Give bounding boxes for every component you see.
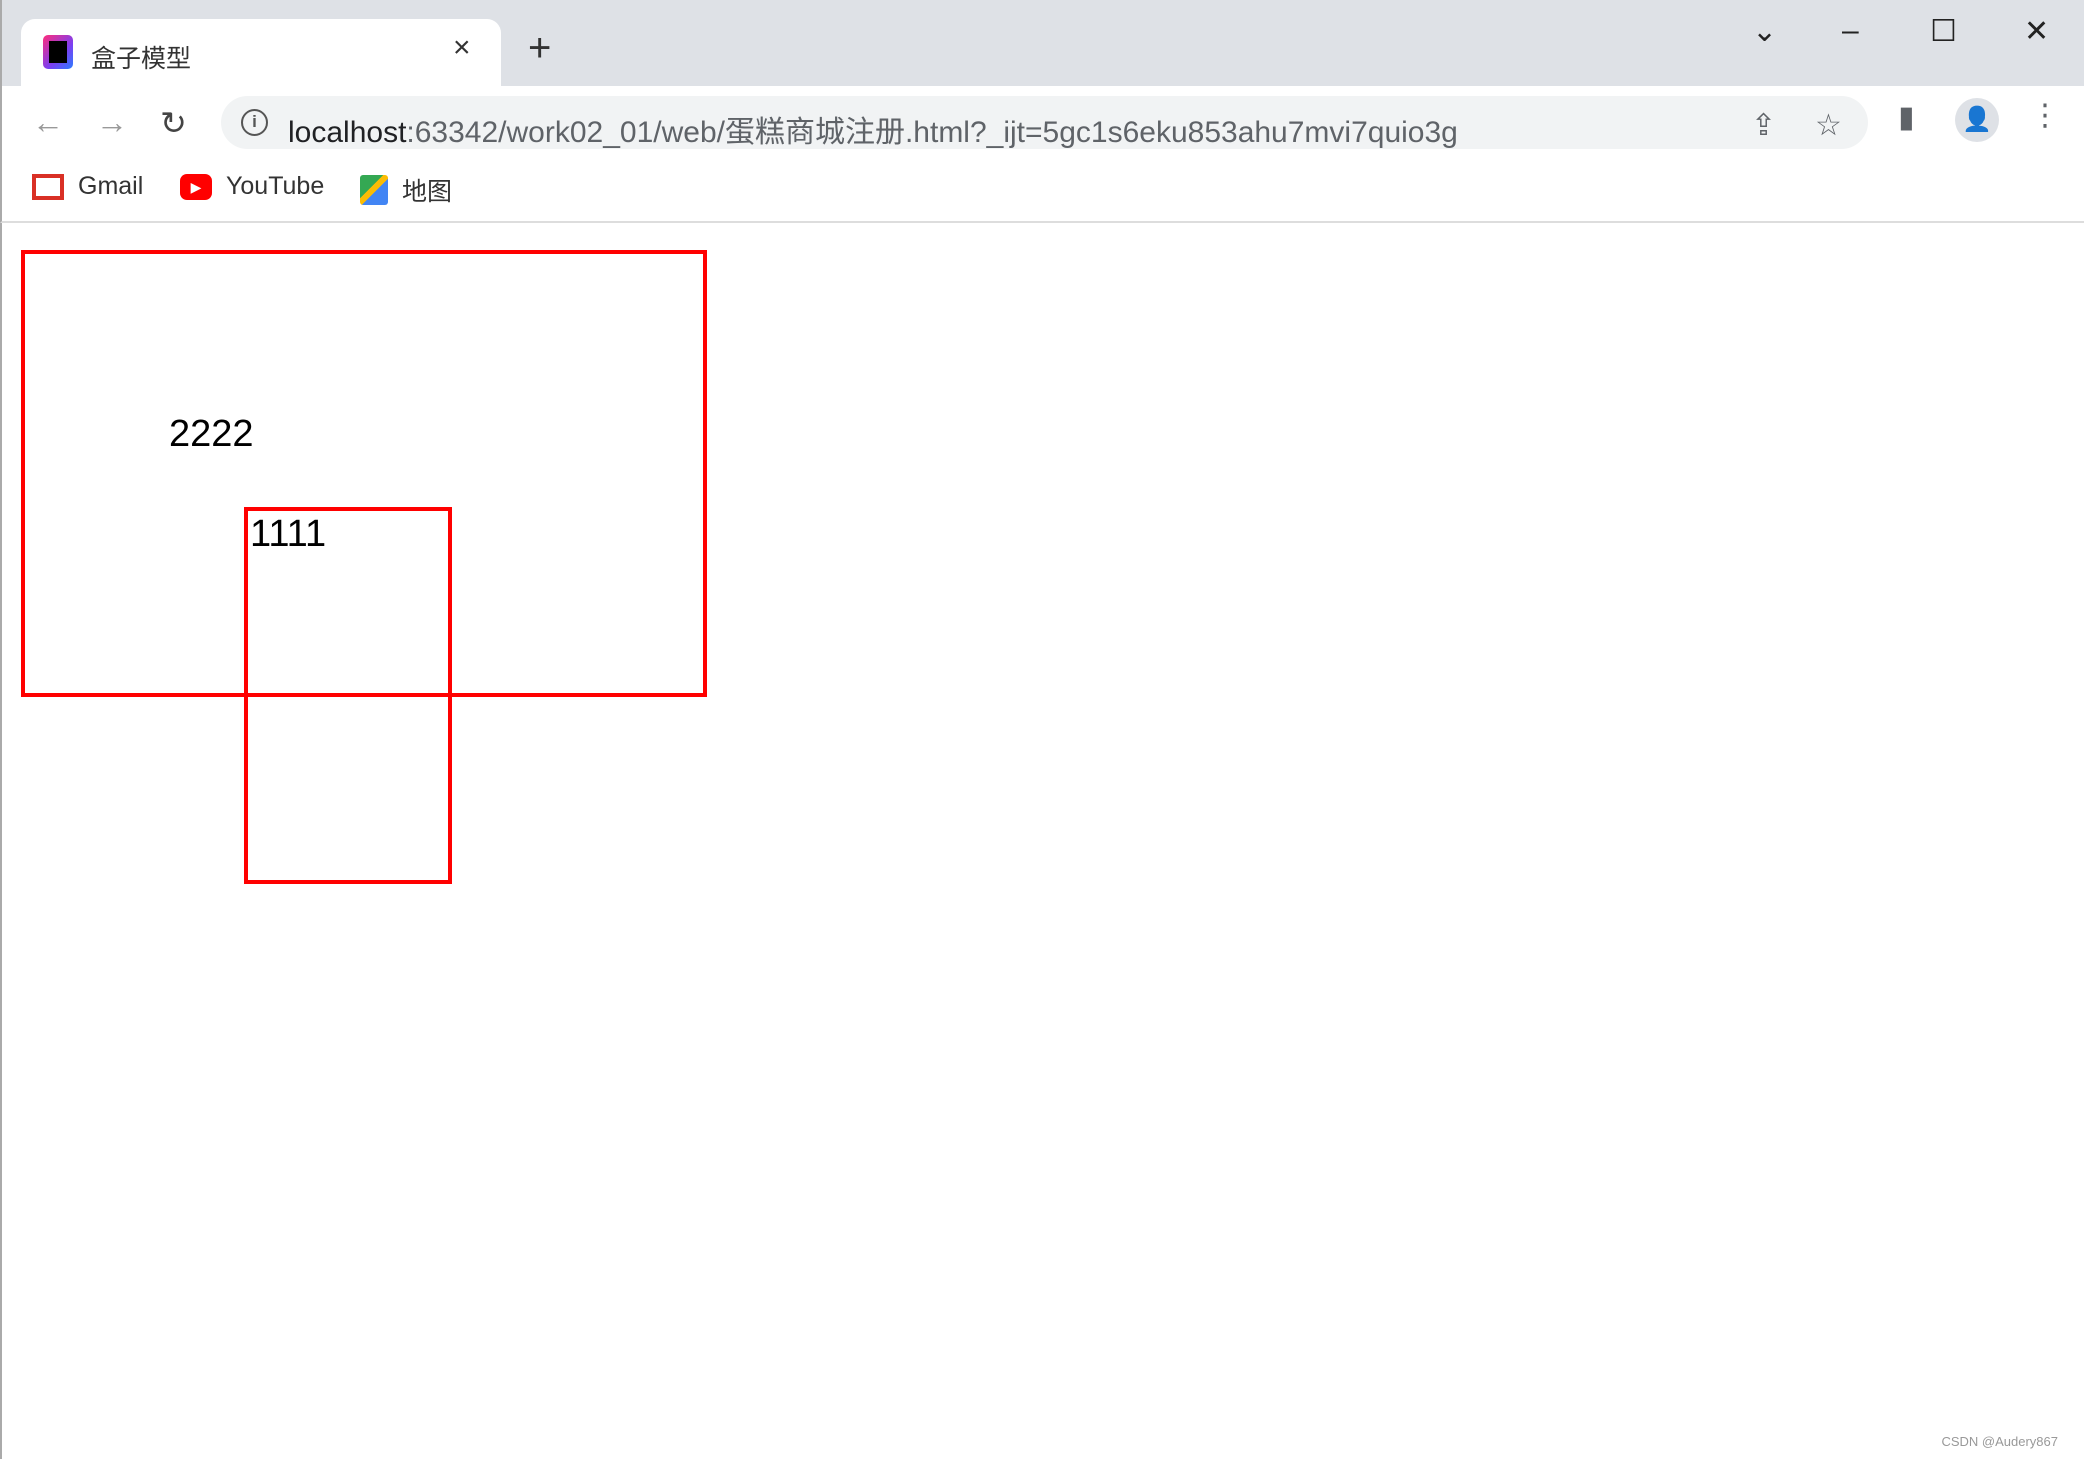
url-path: :63342/work02_01/web/蛋糕商城注册.html?_ijt=5g… — [406, 116, 1458, 149]
tab-bar: 盒子模型 × + ⌄ – ☐ ✕ — [0, 0, 2084, 86]
maximize-button[interactable]: ☐ — [1930, 14, 1957, 49]
tab-search-icon[interactable]: ⌄ — [1752, 14, 1777, 49]
bookmark-maps[interactable]: 地图 — [360, 172, 452, 208]
side-panel-icon[interactable]: ▮ — [1898, 100, 1915, 135]
page-content: 2222 1111 — [0, 223, 2084, 1459]
bookmark-label: 地图 — [402, 178, 453, 206]
url-text[interactable]: localhost:63342/work02_01/web/蛋糕商城注册.htm… — [288, 107, 1458, 151]
maps-icon — [360, 175, 388, 205]
tab-title: 盒子模型 — [91, 45, 192, 73]
inner-box: 1111 — [244, 507, 452, 884]
profile-icon[interactable]: 👤 — [1955, 98, 1999, 142]
bookmark-youtube[interactable]: ▶ YouTube — [180, 172, 324, 201]
bookmark-label: Gmail — [78, 172, 144, 200]
tab-close-icon[interactable]: × — [453, 31, 471, 65]
bookmark-gmail[interactable]: Gmail — [32, 172, 143, 201]
forward-button[interactable]: → — [96, 104, 128, 141]
star-icon[interactable]: ☆ — [1815, 108, 1842, 143]
minimize-button[interactable]: – — [1842, 14, 1859, 48]
tab-active[interactable]: 盒子模型 × — [21, 19, 501, 86]
bookmark-label: YouTube — [226, 172, 325, 200]
inner-box-text: 1111 — [250, 513, 327, 555]
youtube-icon: ▶ — [180, 173, 212, 200]
url-host: localhost — [288, 116, 407, 149]
bookmarks-bar: Gmail ▶ YouTube 地图 — [0, 152, 2084, 223]
outer-box-text: 2222 — [169, 413, 254, 455]
share-icon[interactable]: ⇪ — [1751, 108, 1776, 143]
watermark: CSDN @Audery867 — [1941, 1434, 2058, 1449]
info-icon[interactable]: i — [241, 109, 268, 136]
address-bar[interactable]: i localhost:63342/work02_01/web/蛋糕商城注册.h… — [221, 96, 1868, 149]
toolbar: ← → ↻ i localhost:63342/work02_01/web/蛋糕… — [0, 86, 2084, 152]
new-tab-button[interactable]: + — [528, 28, 551, 68]
back-button[interactable]: ← — [32, 104, 64, 141]
intellij-icon — [43, 35, 73, 69]
close-window-button[interactable]: ✕ — [2024, 14, 2049, 49]
gmail-icon — [32, 173, 64, 200]
reload-button[interactable]: ↻ — [160, 104, 187, 142]
menu-icon[interactable]: ⋮ — [2030, 98, 2060, 133]
